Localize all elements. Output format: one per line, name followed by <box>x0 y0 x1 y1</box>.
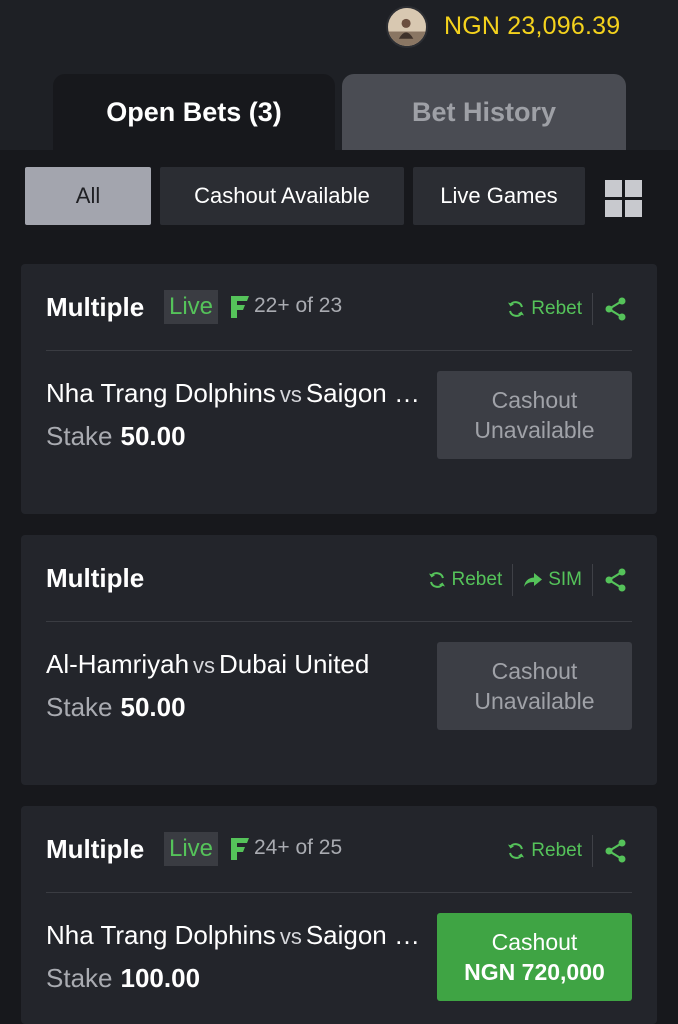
refresh-icon <box>428 572 445 588</box>
card-divider <box>46 621 632 622</box>
card-divider <box>46 350 632 351</box>
stake: Stake 50.00 <box>46 421 186 452</box>
bet-card-header: Multiple Live 22+ of 23 Rebet <box>21 264 657 350</box>
home-team: Nha Trang Dolphins <box>46 920 276 950</box>
rebet-label: Rebet <box>451 569 503 590</box>
bet-card-header: Multiple Rebet SIM <box>21 535 657 621</box>
filter-cashout-available-button[interactable]: Cashout Available <box>160 167 404 225</box>
share-icon <box>605 568 626 592</box>
match-name: Al-Hamriyah vs Dubai United <box>46 649 434 680</box>
rebet-label: Rebet <box>531 840 582 861</box>
share-button[interactable] <box>603 838 629 864</box>
divider <box>592 835 593 867</box>
stake-amount: 50.00 <box>120 421 186 451</box>
top-bar: NGN 23,096.39 <box>0 0 678 56</box>
away-team: Saigon Heat <box>305 378 434 408</box>
bet-actions: Rebet <box>506 292 629 326</box>
grid-view-icon[interactable] <box>603 178 643 218</box>
bet-tabs: Open Bets (3) Bet History <box>0 74 678 150</box>
account-balance: NGN 23,096.39 <box>444 12 621 40</box>
filter-all-button[interactable]: All <box>25 167 151 225</box>
flex-bet-icon <box>231 838 249 860</box>
vs-label: vs <box>279 924 302 949</box>
cashout-label: Cashout <box>491 387 578 413</box>
home-team: Nha Trang Dolphins <box>46 378 276 408</box>
share-button[interactable] <box>603 296 629 322</box>
rebet-button[interactable]: Rebet <box>427 569 503 591</box>
legs-count: 24+ of 25 <box>254 836 343 859</box>
refresh-icon <box>508 843 525 859</box>
sim-button[interactable]: SIM <box>523 569 582 591</box>
stake-label: Stake <box>46 692 113 722</box>
bet-actions: Rebet <box>506 834 629 868</box>
home-team: Al-Hamriyah <box>46 649 190 679</box>
rebet-button[interactable]: Rebet <box>506 298 582 320</box>
bet-card[interactable]: Multiple Live 24+ of 25 Rebet Nha Trang … <box>21 806 657 1024</box>
cashout-button[interactable]: Cashout Unavailable <box>437 642 632 730</box>
legs-count: 22+ of 23 <box>254 294 343 317</box>
cashout-label: Cashout <box>491 658 578 684</box>
vs-label: vs <box>279 382 302 407</box>
away-team: Dubai United <box>219 649 370 679</box>
stake: Stake 100.00 <box>46 963 200 994</box>
bet-type-title: Multiple <box>46 292 145 322</box>
bet-type-title: Multiple <box>46 834 145 864</box>
cashout-status: Unavailable <box>474 417 595 443</box>
stake: Stake 50.00 <box>46 692 186 723</box>
live-badge: Live <box>164 290 219 324</box>
tab-bet-history[interactable]: Bet History <box>342 74 626 150</box>
cashout-label: Cashout <box>491 929 578 955</box>
forward-arrow-icon <box>524 573 543 587</box>
stake-label: Stake <box>46 963 113 993</box>
stake-label: Stake <box>46 421 113 451</box>
refresh-icon <box>508 301 525 317</box>
open-bets-screen: NGN 23,096.39 Open Bets (3) Bet History … <box>0 0 678 1024</box>
stake-amount: 50.00 <box>120 692 186 722</box>
cashout-status: Unavailable <box>474 688 595 714</box>
sim-label: SIM <box>548 569 582 590</box>
card-divider <box>46 892 632 893</box>
share-button[interactable] <box>603 567 629 593</box>
bet-card[interactable]: Multiple Live 22+ of 23 Rebet Nha Trang … <box>21 264 657 514</box>
filter-bar: All Cashout Available Live Games <box>0 167 678 225</box>
rebet-label: Rebet <box>531 298 582 319</box>
bet-card[interactable]: Multiple Rebet SIM Al-Hamriyah vs Dubai … <box>21 535 657 785</box>
filter-live-games-button[interactable]: Live Games <box>413 167 585 225</box>
avatar-image-icon <box>388 8 426 46</box>
bet-card-header: Multiple Live 24+ of 25 Rebet <box>21 806 657 892</box>
tab-open-bets[interactable]: Open Bets (3) <box>53 74 335 150</box>
share-icon <box>605 297 626 321</box>
away-team: Saigon Heat <box>305 920 434 950</box>
divider <box>592 564 593 596</box>
match-name: Nha Trang DolphinsvsSaigon Heat <box>46 920 434 951</box>
share-icon <box>605 839 626 863</box>
rebet-button[interactable]: Rebet <box>506 840 582 862</box>
bet-type-title: Multiple <box>46 563 145 593</box>
divider <box>512 564 514 596</box>
stake-amount: 100.00 <box>120 963 201 993</box>
cashout-amount: NGN 720,000 <box>464 959 605 985</box>
live-badge: Live <box>164 832 219 866</box>
divider <box>592 293 593 325</box>
bet-actions: Rebet SIM <box>427 563 629 597</box>
vs-label: vs <box>193 653 216 678</box>
avatar[interactable] <box>386 6 428 48</box>
cashout-button[interactable]: Cashout NGN 720,000 <box>437 913 632 1001</box>
match-name: Nha Trang DolphinsvsSaigon Heat <box>46 378 434 409</box>
cashout-button[interactable]: Cashout Unavailable <box>437 371 632 459</box>
flex-bet-icon <box>231 296 249 318</box>
